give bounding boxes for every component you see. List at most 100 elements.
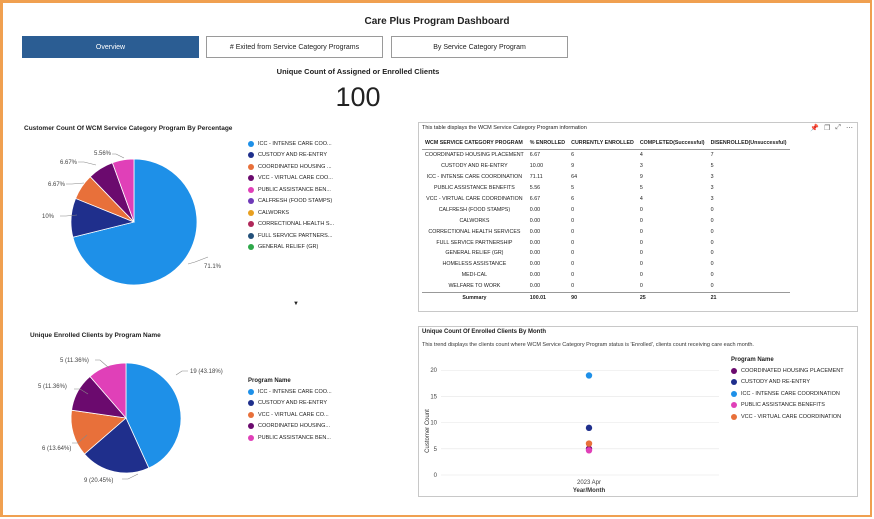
pie1-label-custody: 10% [42,214,55,220]
pie1-legend-item[interactable]: CALWORKS [248,207,334,219]
table-cell: 64 [571,174,578,181]
table-cell: CUSTODY AND RE-ENTRY [441,163,508,170]
scatter-legend-label: PUBLIC ASSISTANCE BENEFITS [741,402,825,409]
kpi-label: Unique Count of Assigned or Enrolled Cli… [276,67,440,76]
pie1-legend-label: CALWORKS [258,209,290,216]
table-cell: 0 [571,272,575,279]
table-row: ICC - INTENSE CARE COORDINATION 71.11 64 9 3 [422,172,790,183]
pie1-legend-label: VCC - VIRTUAL CARE COO... [258,175,333,182]
column-header[interactable]: WCM SERVICE CATEGORY PROGRAM [422,136,527,150]
table-cell: 6.67 [529,152,541,159]
pie2-legend-label: PUBLIC ASSISTANCE BEN... [258,434,331,441]
table-row: VCC - VIRTUAL CARE COORDINATION 6.67 6 4 3 [422,194,790,205]
pin-icon[interactable]: 📌 [810,124,819,132]
table-cell: 0 [639,217,643,224]
summary-row: Summary 100.01 90 25 21 [422,291,790,304]
legend-marker-icon [248,209,254,216]
scatter-y-tick: 0 [434,473,438,479]
table-toolbar: 📌 ❐ ⤢ ⋯ [810,124,853,132]
scatter-legend-item[interactable]: COORDINATED HOUSING PLACEMENT [731,365,844,377]
pie1-legend-item[interactable]: COORDINATED HOUSING ... [248,161,334,173]
legend-marker-icon [248,152,254,159]
table-cell: 3 [710,196,714,202]
legend-marker-icon [731,402,737,409]
expand-icon[interactable]: ⤢ [835,124,841,132]
pie2-legend-item[interactable]: PUBLIC ASSISTANCE BEN... [248,432,332,444]
pie1-legend-item[interactable]: CALFRESH (FOOD STAMPS) [248,196,334,208]
scatter-point-vcc-virtual-care-coordination[interactable] [585,440,593,447]
pie2-legend-item[interactable]: VCC - VIRTUAL CARE CO... [248,409,332,421]
pie2-legend-item[interactable]: COORDINATED HOUSING... [248,421,332,433]
table-cell: 0 [639,206,643,213]
pie2-legend-label: VCC - VIRTUAL CARE CO... [258,411,329,418]
table-cell: 0 [710,206,714,213]
scatter-legend-item[interactable]: ICC - INTENSE CARE COORDINATION [731,388,844,400]
scatter-y-tick: 10 [430,421,437,427]
copy-icon[interactable]: ❐ [824,124,830,132]
scatter-point-public-assistance-benefits[interactable] [585,447,593,454]
scatter-legend: Program Name COORDINATED HOUSING PLACEME… [731,357,844,423]
pie1-legend-label: ICC - INTENSE CARE COO... [258,140,332,147]
column-header[interactable]: CURRENTLY ENROLLED [568,136,637,150]
column-header[interactable]: DISENROLLED(Unsuccessful) [707,136,790,150]
legend-marker-icon [248,140,254,147]
pie1-legend-label: COORDINATED HOUSING ... [258,163,332,170]
pie2-legend-label: ICC - INTENSE CARE COO... [258,388,332,395]
table-cell: 0 [710,250,714,257]
scatter-point-icc-intense-care-coordination[interactable] [585,372,593,379]
pie2-legend-item[interactable]: CUSTODY AND RE-ENTRY [248,398,332,410]
pie1-legend-item[interactable]: ICC - INTENSE CARE COO... [248,138,334,150]
table-cell: WELFARE TO WORK [448,283,501,290]
pie1-legend-item[interactable]: GENERAL RELIEF (GR) [248,242,334,254]
pie1-legend-item[interactable]: PUBLIC ASSISTANCE BEN... [248,184,334,196]
tab-exited[interactable]: # Exited from Service Category Programs [206,36,383,58]
pie1-legend-item[interactable]: CORRECTIONAL HEALTH S... [248,219,334,231]
legend-marker-icon [248,163,254,170]
more-icon[interactable]: ⋯ [846,124,853,132]
pie2-legend-item[interactable]: ICC - INTENSE CARE COO... [248,386,332,398]
summary-cell: 25 [636,291,708,304]
table-cell: 6 [571,196,575,202]
pie2-label-public: 5 (11.36%) [60,358,89,364]
table-cell: VCC - VIRTUAL CARE COORDINATION [426,196,523,202]
scatter-legend-item[interactable]: CUSTODY AND RE-ENTRY [731,377,844,389]
page-title: Care Plus Program Dashboard [364,16,510,27]
legend-marker-icon [248,232,254,239]
scatter-legend-label: ICC - INTENSE CARE COORDINATION [741,390,840,397]
pie1-legend-item[interactable]: VCC - VIRTUAL CARE COO... [248,173,334,185]
pie1-label-public: 5.56% [94,151,112,157]
tab-by-service-category[interactable]: By Service Category Program [391,36,568,58]
table-cell: 0 [639,250,643,257]
table-cell: 0 [571,217,575,224]
pie1-legend-item[interactable]: CUSTODY AND RE-ENTRY [248,150,334,162]
table-cell: CALFRESH (FOOD STAMPS) [438,206,511,213]
table-cell: 71.11 [529,174,543,181]
table-cell: 0 [639,272,643,279]
column-header[interactable]: COMPLETED(Successful) [636,136,708,150]
pie1-legend-item[interactable]: FULL SERVICE PARTNERS... [248,230,334,242]
scatter-legend-label: CUSTODY AND RE-ENTRY [741,379,811,386]
pie2-label-vcc: 6 (13.64%) [42,446,71,452]
kpi-value: 100 [335,82,381,112]
legend-more-arrow-icon[interactable]: ▼ [293,301,299,307]
legend-marker-icon [248,244,254,251]
scatter-legend-item[interactable]: PUBLIC ASSISTANCE BENEFITS [731,400,844,412]
table-cell: 0 [710,261,714,268]
table-cell: ICC - INTENSE CARE COORDINATION [426,174,523,181]
table-cell: 0 [710,217,714,224]
tab-overview[interactable]: Overview [22,36,199,58]
table-cell: 0 [710,228,714,235]
table-row: CORRECTIONAL HEALTH SERVICES 0.00 0 0 0 [422,226,790,237]
pie2-legend: Program Name ICC - INTENSE CARE COO... CU… [248,378,332,444]
table-cell: 4 [639,196,643,202]
legend-marker-icon [731,367,737,374]
legend-marker-icon [248,198,254,205]
table-cell: 0 [571,239,575,246]
pie2-legend-label: CUSTODY AND RE-ENTRY [258,400,328,407]
scatter-title: Unique Count Of Enrolled Clients By Mont… [422,329,546,335]
pie1-title: Customer Count Of WCM Service Category P… [24,125,233,132]
scatter-point-custody-and-re-entry[interactable] [585,424,593,432]
column-header[interactable]: % ENROLLED [526,136,569,150]
scatter-legend-item[interactable]: VCC - VIRTUAL CARE COORDINATION [731,411,844,423]
table-cell: 4 [639,152,643,159]
